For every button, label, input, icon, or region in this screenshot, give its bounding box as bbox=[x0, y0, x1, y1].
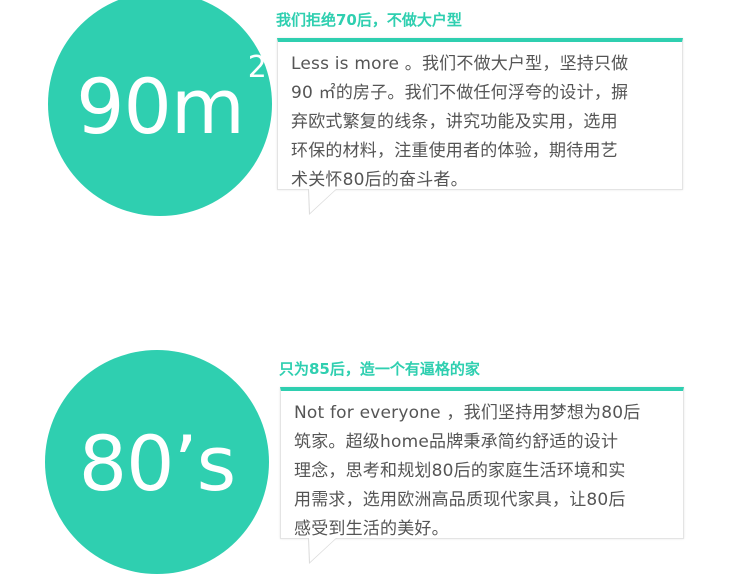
section1-body-text: Less is more 。我们不做大户型，坚持只做 90 ㎡的房子。我们不做任… bbox=[291, 54, 629, 190]
area-value: 90m 2 bbox=[76, 53, 267, 145]
area-number: 90m bbox=[76, 62, 245, 151]
section2-bubble-tail bbox=[309, 538, 336, 562]
section1-speech-bubble: Less is more 。我们不做大户型，坚持只做 90 ㎡的房子。我们不做任… bbox=[277, 38, 683, 190]
area-circle-badge: 90m 2 bbox=[48, 0, 272, 216]
section2-heading: 只为85后，造一个有逼格的家 bbox=[279, 360, 480, 378]
section2-speech-bubble: Not for everyone ，我们坚持用梦想为80后 筑家。超级home品… bbox=[280, 387, 684, 539]
generation-value: 80’s bbox=[78, 419, 236, 508]
section1-bubble-tail bbox=[309, 189, 336, 213]
section2-body-text: Not for everyone ，我们坚持用梦想为80后 筑家。超级home品… bbox=[294, 403, 641, 539]
section1-heading: 我们拒绝70后，不做大户型 bbox=[276, 11, 462, 29]
area-superscript: 2 bbox=[247, 50, 267, 85]
generation-circle-badge: 80’s bbox=[45, 350, 269, 574]
